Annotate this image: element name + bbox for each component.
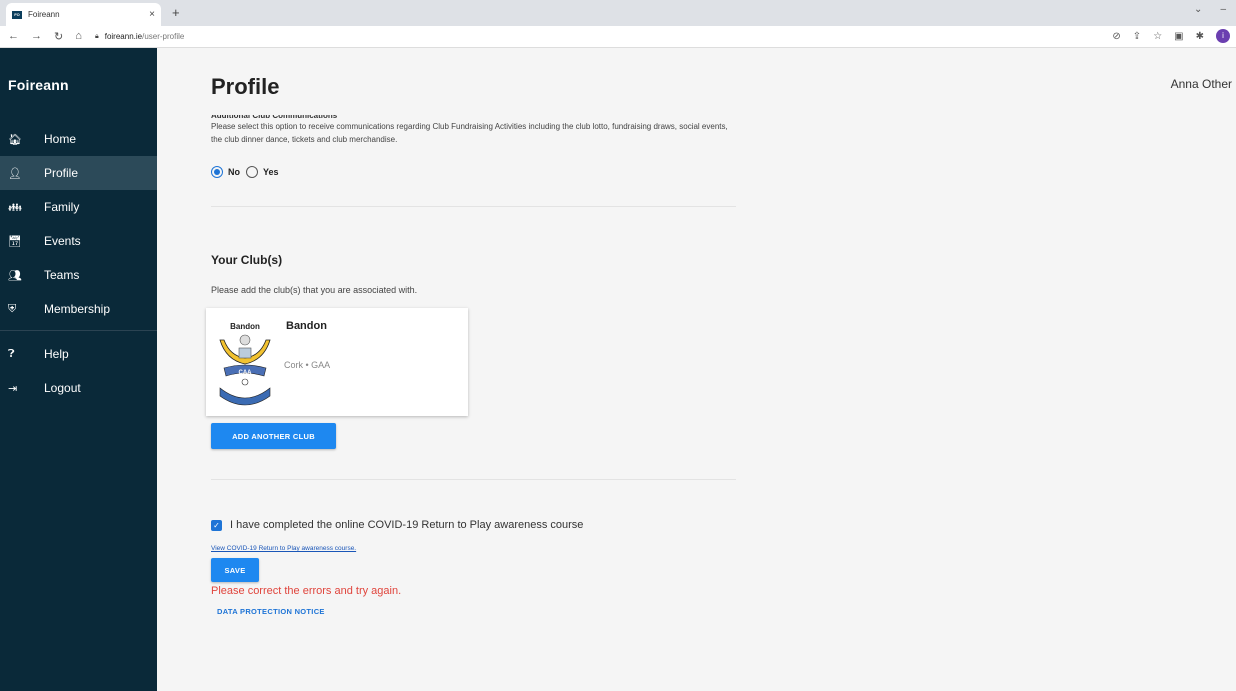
minimize-icon[interactable]: – <box>1220 4 1226 15</box>
tab-close-icon[interactable]: × <box>149 9 155 20</box>
url-path: /user-profile <box>142 32 185 41</box>
address-bar: ← → ↻ ⌂ 🔒︎ foireann.ie/user-profile ⊘ ⇪ … <box>0 26 1236 48</box>
sidebar-item-label: Home <box>44 132 77 146</box>
covid-checkbox[interactable]: ✓ <box>211 519 222 531</box>
eye-off-icon[interactable]: ⊘ <box>1112 31 1120 42</box>
shield-icon: ⛨ <box>8 302 17 315</box>
page-header: Profile Anna Other <box>157 48 1236 116</box>
sidebar-item-label: Events <box>44 234 81 248</box>
communications-text: Please select this option to receive com… <box>211 122 728 144</box>
help-icon: ❓︎ <box>8 347 15 360</box>
user-menu[interactable]: Anna Other <box>1171 77 1232 91</box>
sidebar-item-label: Teams <box>44 268 80 282</box>
url-field[interactable]: 🔒︎ foireann.ie/user-profile <box>95 32 184 41</box>
browser-tabstrip: FO Foireann × + ⌄ – <box>0 0 1236 26</box>
crest-sub-text: CAA <box>239 370 253 376</box>
sidebar-item-help[interactable]: ❓︎ Help <box>0 337 157 371</box>
new-tab-button[interactable]: + <box>172 5 180 20</box>
group-icon: 👥︎ <box>8 269 22 282</box>
logout-icon: ⇥ <box>8 382 18 395</box>
club-name: Bandon <box>286 320 327 332</box>
sidebar-item-label: Help <box>44 347 69 361</box>
tab-search-icon[interactable]: ⌄ <box>1194 4 1202 15</box>
extension-icon[interactable]: ▣ <box>1174 31 1183 42</box>
radio-yes[interactable] <box>246 166 258 178</box>
communications-section: Additional Club Communications Please se… <box>211 115 736 207</box>
tab-title: Foireann <box>28 10 60 19</box>
calendar-icon: 📅︎ <box>8 235 22 248</box>
sidebar-item-label: Profile <box>44 166 79 180</box>
crest-text: Bandon <box>230 322 260 331</box>
sidebar-item-logout[interactable]: ⇥ Logout <box>0 371 157 405</box>
save-button[interactable]: SAVE <box>211 558 259 582</box>
family-icon: 👪︎ <box>8 201 22 214</box>
sidebar-item-membership[interactable]: ⛨ Membership <box>0 292 157 326</box>
sidebar-item-label: Logout <box>44 381 81 395</box>
error-message: Please correct the errors and try again. <box>211 585 402 597</box>
url-domain: foireann.ie <box>104 32 143 41</box>
add-another-club-button[interactable]: ADD ANOTHER CLUB <box>211 423 336 449</box>
clubs-description: Please add the club(s) that you are asso… <box>211 285 418 295</box>
back-icon[interactable]: ← <box>8 30 19 43</box>
divider <box>211 479 736 480</box>
covid-checkbox-row: ✓ I have completed the online COVID-19 R… <box>211 519 583 531</box>
home-icon: 🏠︎ <box>8 133 22 146</box>
club-meta: Cork • GAA <box>284 360 331 370</box>
radio-no-label[interactable]: No <box>228 167 240 177</box>
window-controls: ⌄ – <box>1194 4 1226 15</box>
reload-icon[interactable]: ↻ <box>54 30 63 43</box>
sidebar-divider <box>0 330 157 331</box>
main-content: Profile Anna Other Additional Club Commu… <box>157 48 1236 691</box>
sidebar-item-teams[interactable]: 👥︎ Teams <box>0 258 157 292</box>
clubs-title: Your Club(s) <box>211 253 283 267</box>
communications-radio-group: No Yes <box>211 166 736 178</box>
sidebar: Foireann 🏠︎ Home 👤︎ Profile 👪︎ Family 📅︎ Events… <box>0 48 157 691</box>
page-title: Profile <box>211 74 280 99</box>
club-card[interactable]: Bandon CAA Bandon Cork • GAA <box>206 308 468 416</box>
radio-yes-label[interactable]: Yes <box>263 167 279 177</box>
sidebar-item-label: Membership <box>44 302 111 316</box>
home-browser-icon[interactable]: ⌂ <box>75 30 82 43</box>
sidebar-item-family[interactable]: 👪︎ Family <box>0 190 157 224</box>
profile-avatar-icon[interactable]: i <box>1216 29 1230 43</box>
divider <box>211 206 736 207</box>
sidebar-item-events[interactable]: 📅︎ Events <box>0 224 157 258</box>
puzzle-icon[interactable]: ✱ <box>1196 31 1204 42</box>
site-favicon-icon: FO <box>12 10 22 19</box>
forward-icon[interactable]: → <box>31 30 42 43</box>
covid-checkbox-label[interactable]: I have completed the online COVID-19 Ret… <box>230 519 583 531</box>
covid-course-link[interactable]: View COVID-19 Return to Play awareness c… <box>211 545 356 552</box>
sidebar-item-profile[interactable]: 👤︎ Profile <box>0 156 157 190</box>
data-protection-link[interactable]: DATA PROTECTION NOTICE <box>217 607 325 616</box>
club-crest-icon: Bandon CAA <box>216 318 274 406</box>
radio-no[interactable] <box>211 166 223 178</box>
person-icon: 👤︎ <box>8 167 22 180</box>
share-icon[interactable]: ⇪ <box>1133 31 1141 42</box>
sidebar-item-home[interactable]: 🏠︎ Home <box>0 122 157 156</box>
lock-icon: 🔒︎ <box>95 32 99 40</box>
browser-tab[interactable]: FO Foireann × <box>6 3 161 26</box>
bookmark-star-icon[interactable]: ☆ <box>1153 31 1162 42</box>
sidebar-item-label: Family <box>44 200 80 214</box>
brand-logo[interactable]: Foireann <box>0 48 157 122</box>
